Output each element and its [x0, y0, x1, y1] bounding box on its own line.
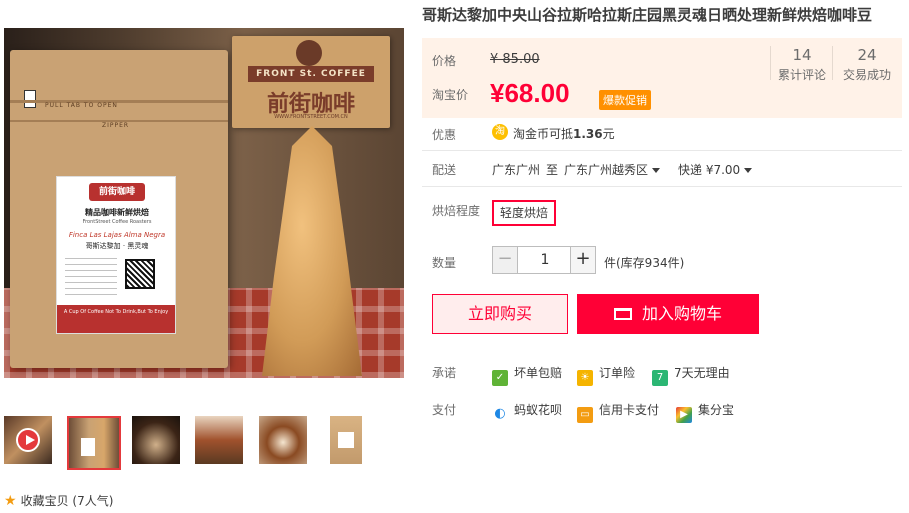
ship-destination: 广东广州越秀区 [564, 163, 649, 177]
stat-divider-2 [832, 46, 833, 80]
sales-count-stat: 24 交易成功 [836, 46, 898, 83]
review-count: 14 [792, 46, 812, 64]
promise-item-label: 坏单包赔 [514, 366, 563, 380]
ship-method: 快递 ¥7.00 [678, 163, 741, 177]
ship-to-word: 至 [546, 163, 559, 177]
payment-jifenbao[interactable]: ▶ 集分宝 [676, 401, 734, 423]
roast-label: 烘焙程度 [432, 204, 481, 218]
sign-url: WWW.FRONTSTREET.COM.CN [274, 114, 348, 120]
payment-item-label: 蚂蚁花呗 [514, 403, 563, 417]
quantity-increase-button[interactable]: + [570, 246, 596, 274]
quantity-input[interactable]: 1 [518, 246, 572, 274]
promise-item-label: 7天无理由 [674, 366, 730, 380]
promo-badge: 爆款促销 [599, 90, 651, 110]
promise-item-damage[interactable]: ✓ 坏单包赔 [492, 364, 562, 386]
ship-destination-dropdown[interactable]: 广东广州越秀区 [564, 161, 661, 178]
label-footer: A Cup Of Coffee Not To Drink,But To Enjo… [57, 305, 175, 333]
discount-prefix: 淘金币可抵 [513, 127, 574, 141]
chevron-down-icon [652, 168, 661, 173]
thumbnail-1-selected[interactable] [67, 416, 121, 470]
discount-suffix: 元 [602, 127, 615, 141]
credit-card-icon: ▭ [577, 407, 593, 423]
shipping-label: 配送 [432, 163, 457, 177]
label-product-name: Finca Las Lajas Alma Negra [68, 231, 166, 239]
seven-day-icon: 7 [652, 370, 668, 386]
divider [422, 186, 902, 187]
divider [422, 150, 902, 151]
quantity-label: 数量 [432, 256, 457, 270]
payment-label: 支付 [432, 403, 457, 417]
shield-icon: ✓ [492, 370, 508, 386]
bag-tag [24, 90, 36, 108]
thumbnail-3[interactable] [195, 416, 243, 464]
huabei-icon: ◐ [492, 406, 508, 422]
star-icon: ★ [4, 493, 17, 509]
cart-icon [613, 308, 632, 320]
favorite-link[interactable]: ★ 收藏宝贝 (7人气) [4, 492, 113, 509]
sign-logo-icon [296, 40, 322, 66]
promise-item-return[interactable]: 7 7天无理由 [652, 364, 730, 386]
thumbnail-2[interactable] [132, 416, 180, 464]
add-to-cart-label: 加入购物车 [641, 304, 722, 323]
ship-method-dropdown[interactable]: 快递 ¥7.00 [678, 161, 753, 178]
current-price: ¥68.00 [490, 78, 570, 108]
promise-label: 承诺 [432, 366, 457, 380]
discount-text: 淘金币可抵1.36元 [513, 125, 615, 142]
jifenbao-icon: ▶ [676, 407, 692, 423]
taobao-coin-icon: 淘 [492, 124, 508, 140]
bag-label: 前街咖啡 精品咖啡新鲜烘焙 FrontStreet Coffee Roaster… [56, 176, 176, 334]
original-price: ¥ 85.00 [490, 52, 540, 67]
thumb-label [81, 438, 95, 456]
payment-huabei[interactable]: ◐ 蚂蚁花呗 [492, 401, 562, 422]
discount-amount: 1.36 [573, 127, 603, 141]
qr-code [125, 259, 155, 289]
bag-zip-text-2: ZIPPER [102, 122, 130, 129]
quantity-decrease-button[interactable]: − [492, 246, 518, 274]
ship-from: 广东广州 [492, 163, 541, 177]
bag-zip-text: PULL TAB TO OPEN [45, 102, 118, 109]
promise-item-label: 订单险 [599, 366, 636, 380]
label-title: 精品咖啡新鲜烘焙 [85, 208, 149, 217]
label-info-lines [65, 255, 117, 295]
bag-zip-line [10, 100, 228, 103]
sun-icon: ☀ [577, 370, 593, 386]
label-subtitle: FrontStreet Coffee Roasters [82, 219, 152, 225]
coffee-bag: PULL TAB TO OPEN ZIPPER 前街咖啡 精品咖啡新鲜烘焙 Fr… [10, 50, 228, 368]
sign-english-text: FRONT St. COFFEE [248, 66, 374, 82]
label-logo: 前街咖啡 [89, 183, 145, 201]
store-sign: FRONT St. COFFEE 前街咖啡 WWW.FRONTSTREET.CO… [232, 36, 390, 128]
product-title: 哥斯达黎加中央山谷拉斯哈拉斯庄园黑灵魂日晒处理新鲜烘焙咖啡豆 [422, 6, 873, 24]
play-icon [16, 428, 40, 452]
sales-count: 24 [857, 46, 877, 64]
thumbnail-5[interactable] [330, 416, 362, 464]
payment-item-label: 信用卡支付 [599, 403, 660, 417]
review-count-stat[interactable]: 14 累计评论 [771, 46, 833, 83]
sales-label: 交易成功 [842, 68, 891, 82]
payment-credit-card[interactable]: ▭ 信用卡支付 [577, 401, 659, 423]
buy-now-button[interactable]: 立即购买 [432, 294, 568, 334]
thumb-label [338, 432, 354, 448]
discount-label: 优惠 [432, 128, 457, 142]
roast-option-light[interactable]: 轻度烘焙 [492, 200, 557, 226]
favorite-count: (7人气) [72, 494, 114, 508]
thumbnail-video[interactable] [4, 416, 52, 464]
promise-item-insurance[interactable]: ☀ 订单险 [577, 364, 635, 386]
chevron-down-icon [744, 168, 753, 173]
favorite-text: 收藏宝贝 [20, 494, 69, 508]
payment-item-label: 集分宝 [698, 403, 735, 417]
price-label: 价格 [432, 54, 457, 68]
stock-text: 件(库存934件) [604, 256, 685, 270]
promo-price-label: 淘宝价 [432, 88, 469, 102]
add-to-cart-button[interactable]: 加入购物车 [577, 294, 759, 334]
price-box: 价格 ¥ 85.00 淘宝价 ¥68.00 爆款促销 14 累计评论 24 交易… [422, 38, 902, 118]
main-product-image[interactable]: PULL TAB TO OPEN ZIPPER 前街咖啡 精品咖啡新鲜烘焙 Fr… [4, 28, 404, 378]
thumbnail-4[interactable] [259, 416, 307, 464]
review-label: 累计评论 [777, 68, 826, 82]
label-product-name-cn: 哥斯达黎加 · 黑灵魂 [85, 242, 149, 250]
